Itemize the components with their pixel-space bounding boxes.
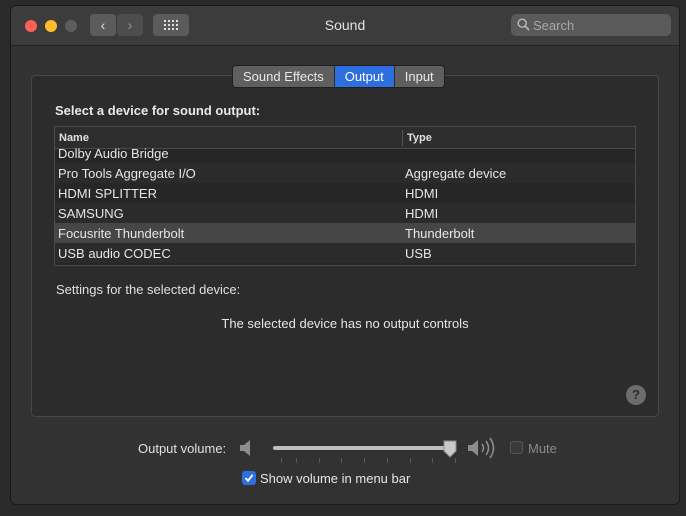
output-volume-label: Output volume: (138, 441, 227, 456)
device-type: HDMI (405, 206, 439, 221)
tab-output[interactable]: Output (334, 66, 395, 87)
table-row[interactable]: Dolby Audio Bridge (55, 143, 635, 163)
device-name: SAMSUNG (58, 206, 124, 221)
slider-tick (364, 458, 365, 463)
slider-tick (341, 458, 343, 463)
mute-label: Mute (528, 441, 557, 456)
tab-input[interactable]: Input (394, 66, 444, 87)
show-volume-checkbox[interactable] (242, 471, 256, 485)
volume-slider-fill (273, 446, 450, 450)
slider-tick (295, 458, 297, 463)
tab-sound-effects[interactable]: Sound Effects (233, 66, 335, 87)
slider-tick (318, 458, 320, 463)
title-bar: ‹ › Sound (11, 6, 679, 46)
slider-tick (409, 458, 411, 463)
table-row[interactable]: Pro Tools Aggregate I/O Aggregate device (55, 163, 635, 183)
device-list: Dolby Audio Bridge Pro Tools Aggregate I… (55, 146, 635, 263)
table-row[interactable]: SAMSUNG HDMI (55, 203, 635, 223)
help-button[interactable]: ? (626, 385, 646, 405)
device-name: HDMI SPLITTER (58, 186, 157, 201)
device-type: USB (405, 246, 432, 261)
device-type: Thunderbolt (405, 226, 475, 241)
slider-tick (386, 458, 388, 463)
slider-tick (455, 458, 456, 463)
checkmark-icon (244, 474, 254, 483)
tab-bar: Sound Effects Output Input (232, 65, 445, 88)
table-row-selected[interactable]: Focusrite Thunderbolt Thunderbolt (55, 223, 635, 243)
search-icon (517, 18, 530, 31)
volume-slider-track[interactable] (273, 446, 455, 450)
speaker-low-icon (240, 440, 250, 456)
search-field[interactable] (511, 14, 671, 36)
slider-tick (432, 458, 434, 463)
table-row[interactable]: HDMI SPLITTER HDMI (55, 183, 635, 203)
mute-checkbox[interactable] (510, 441, 523, 454)
slider-tick (281, 458, 282, 463)
device-name: Dolby Audio Bridge (58, 146, 169, 161)
table-row[interactable]: USB audio CODEC USB (55, 243, 635, 263)
no-output-controls-message: The selected device has no output contro… (221, 316, 469, 331)
volume-slider-knob[interactable] (443, 440, 457, 458)
volume-slider-ticks (273, 458, 456, 464)
device-name: Pro Tools Aggregate I/O (58, 166, 196, 181)
show-volume-label: Show volume in menu bar (260, 471, 411, 486)
device-type: HDMI (405, 186, 439, 201)
select-device-label: Select a device for sound output: (55, 103, 261, 118)
device-name: USB audio CODEC (58, 246, 171, 261)
sound-preferences-window: ‹ › Sound Sound Effects Output Input Se (10, 5, 680, 505)
device-type: Aggregate device (405, 166, 507, 181)
search-input[interactable] (533, 14, 663, 36)
speaker-high-icon (468, 437, 495, 459)
output-device-table[interactable]: Name Type Dolby Audio Bridge Pro Tools A… (54, 126, 636, 266)
settings-label: Settings for the selected device: (56, 282, 241, 297)
device-name: Focusrite Thunderbolt (58, 226, 185, 241)
